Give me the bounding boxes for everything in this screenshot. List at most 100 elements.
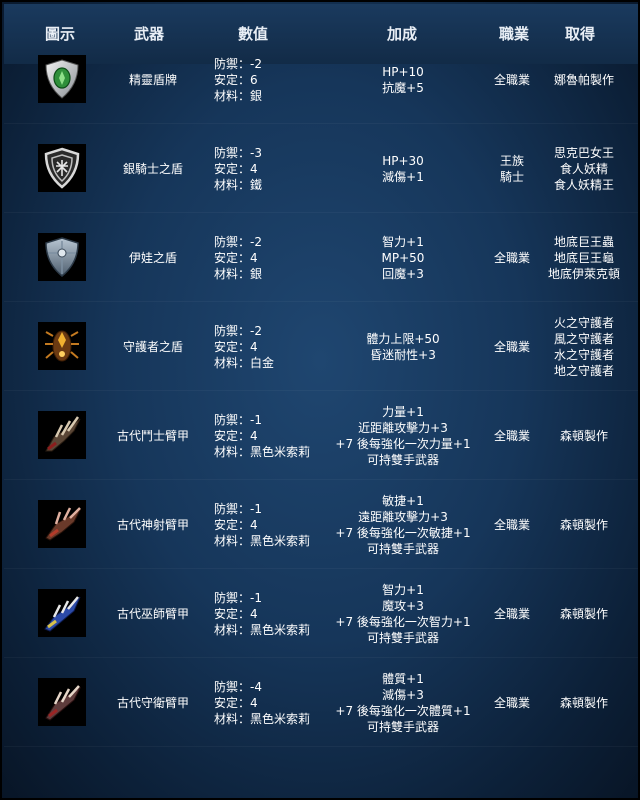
item-name-text: 古代守衛臂甲 bbox=[116, 695, 189, 710]
item-name: 伊娃之盾 bbox=[94, 213, 212, 302]
item-stats-line: 防禦：-4 bbox=[214, 679, 262, 694]
item-stats: 防禦：-2 安定：6 材料：銀 bbox=[214, 35, 329, 124]
item-name-text: 古代鬥士臂甲 bbox=[116, 428, 189, 443]
table-row: 古代守衛臂甲 防禦：-4 安定：4 材料：黑色米索莉 體質+1 減傷+3 +7 後每強化一次… bbox=[4, 658, 638, 747]
table-row: 守護者之盾 防禦：-2 安定：4 材料：白金 體力上限+50 昏迷耐性+3 全職業 火之守護者… bbox=[4, 302, 638, 391]
item-class-line: 全職業 bbox=[493, 695, 530, 710]
item-name: 精靈盾牌 bbox=[94, 35, 212, 124]
item-stats-line: 安定：4 bbox=[214, 428, 258, 443]
item-name: 古代守衛臂甲 bbox=[94, 658, 212, 747]
table-row: 銀騎士之盾 防禦：-3 安定：4 材料：鐵 HP+30 減傷+1 王族 騎士 思克巴女王 食人妖精… bbox=[4, 124, 638, 213]
item-stats-line: 材料：黑色米索莉 bbox=[214, 711, 311, 726]
table-row: 古代神射臂甲 防禦：-1 安定：4 材料：黑色米索莉 敏捷+1 遠距離攻擊力+3 +7 後每… bbox=[4, 480, 638, 569]
item-bonus-line: 智力+1 bbox=[382, 234, 424, 249]
item-stats-line: 防禦：-2 bbox=[214, 323, 262, 338]
guardian-shield-icon bbox=[38, 322, 86, 370]
item-obtain-line: 食人妖精 bbox=[559, 161, 608, 176]
item-bonus-line: HP+30 bbox=[382, 153, 424, 168]
item-bonus-line: +7 後每強化一次智力+1 bbox=[335, 614, 471, 629]
item-bonus: 力量+1 近距離攻擊力+3 +7 後每強化一次力量+1 可持雙手武器 bbox=[322, 391, 484, 480]
item-bonus-line: 減傷+1 bbox=[382, 169, 424, 184]
item-obtain-line: 森頓製作 bbox=[559, 428, 608, 443]
archer-bracer-icon bbox=[38, 500, 86, 548]
table-row: 古代鬥士臂甲 防禦：-1 安定：4 材料：黑色米索莉 力量+1 近距離攻擊力+3 +7 後每… bbox=[4, 391, 638, 480]
item-class-line: 王族 bbox=[499, 153, 524, 168]
item-stats-line: 材料：黑色米索莉 bbox=[214, 622, 311, 637]
item-name: 古代鬥士臂甲 bbox=[94, 391, 212, 480]
item-name-text: 古代神射臂甲 bbox=[116, 517, 189, 532]
item-obtain-line: 地底伊萊克頓 bbox=[547, 266, 620, 281]
item-class-line: 騎士 bbox=[499, 169, 524, 184]
item-stats-line: 材料：黑色米索莉 bbox=[214, 533, 311, 548]
item-obtain-line: 娜魯帕製作 bbox=[553, 72, 614, 87]
item-class-line: 全職業 bbox=[493, 250, 530, 265]
item-bonus: HP+10 抗魔+5 bbox=[322, 35, 484, 124]
item-obtain: 火之守護者 風之守護者 水之守護者 地之守護者 bbox=[534, 302, 634, 391]
item-obtain: 森頓製作 bbox=[534, 658, 634, 747]
item-class-line: 全職業 bbox=[493, 606, 530, 621]
item-obtain-line: 地之守護者 bbox=[553, 363, 614, 378]
table-row: 精靈盾牌 防禦：-2 安定：6 材料：銀 HP+10 抗魔+5 全職業 娜魯帕製作 bbox=[4, 35, 638, 124]
item-name-text: 精靈盾牌 bbox=[128, 72, 177, 87]
item-stats-line: 材料：銀 bbox=[214, 88, 263, 103]
item-name: 古代神射臂甲 bbox=[94, 480, 212, 569]
table-row: 伊娃之盾 防禦：-2 安定：4 材料：銀 智力+1 MP+50 回魔+3 全職業 地底巨王蟲 地底… bbox=[4, 213, 638, 302]
item-bonus: 敏捷+1 遠距離攻擊力+3 +7 後每強化一次敏捷+1 可持雙手武器 bbox=[322, 480, 484, 569]
item-stats-line: 防禦：-3 bbox=[214, 145, 262, 160]
item-obtain: 娜魯帕製作 bbox=[534, 35, 634, 124]
item-obtain-line: 地底巨王龜 bbox=[553, 250, 614, 265]
item-bonus-line: 昏迷耐性+3 bbox=[370, 347, 436, 362]
item-stats-line: 防禦：-2 bbox=[214, 56, 262, 71]
item-stats-line: 材料：鐵 bbox=[214, 177, 263, 192]
guardian-bracer-icon bbox=[38, 678, 86, 726]
item-class: 全職業 bbox=[482, 569, 542, 658]
silver-knight-shield-icon bbox=[38, 144, 86, 192]
item-stats-line: 材料：銀 bbox=[214, 266, 263, 281]
item-bonus-line: 可持雙手武器 bbox=[366, 541, 439, 556]
steel-shield-icon bbox=[38, 233, 86, 281]
item-stats: 防禦：-3 安定：4 材料：鐵 bbox=[214, 124, 329, 213]
item-bonus-line: +7 後每強化一次力量+1 bbox=[335, 436, 471, 451]
item-obtain: 森頓製作 bbox=[534, 480, 634, 569]
item-bonus: HP+30 減傷+1 bbox=[322, 124, 484, 213]
item-stats-line: 防禦：-1 bbox=[214, 412, 262, 427]
item-class-line: 全職業 bbox=[493, 428, 530, 443]
item-stats-line: 材料：白金 bbox=[214, 355, 275, 370]
item-bonus-line: +7 後每強化一次敏捷+1 bbox=[335, 525, 471, 540]
item-name: 銀騎士之盾 bbox=[94, 124, 212, 213]
item-stats: 防禦：-2 安定：4 材料：白金 bbox=[214, 302, 329, 391]
item-obtain-line: 水之守護者 bbox=[553, 347, 614, 362]
item-class: 全職業 bbox=[482, 213, 542, 302]
item-bonus-line: 體力上限+50 bbox=[366, 331, 440, 346]
item-obtain-line: 風之守護者 bbox=[553, 331, 614, 346]
item-bonus: 智力+1 MP+50 回魔+3 bbox=[322, 213, 484, 302]
table-row: 古代巫師臂甲 防禦：-1 安定：4 材料：黑色米索莉 智力+1 魔攻+3 +7 後每強化一次… bbox=[4, 569, 638, 658]
item-class-line: 全職業 bbox=[493, 339, 530, 354]
item-bonus-line: 可持雙手武器 bbox=[366, 452, 439, 467]
item-name-text: 銀騎士之盾 bbox=[122, 161, 183, 176]
item-class: 全職業 bbox=[482, 391, 542, 480]
item-stats-line: 安定：4 bbox=[214, 517, 258, 532]
item-stats-line: 安定：4 bbox=[214, 695, 258, 710]
item-stats-line: 防禦：-2 bbox=[214, 234, 262, 249]
item-obtain-line: 火之守護者 bbox=[553, 315, 614, 330]
item-stats-line: 安定：4 bbox=[214, 606, 258, 621]
item-bonus-line: HP+10 bbox=[382, 64, 424, 79]
item-bonus-line: 可持雙手武器 bbox=[366, 630, 439, 645]
item-name-text: 伊娃之盾 bbox=[128, 250, 177, 265]
item-stats-line: 材料：黑色米索莉 bbox=[214, 444, 311, 459]
wizard-bracer-icon bbox=[38, 589, 86, 637]
item-name-text: 守護者之盾 bbox=[122, 339, 183, 354]
item-obtain-line: 思克巴女王 bbox=[553, 145, 614, 160]
item-class-line: 全職業 bbox=[493, 517, 530, 532]
item-bonus-line: 減傷+3 bbox=[382, 687, 424, 702]
item-class: 全職業 bbox=[482, 480, 542, 569]
item-bonus-line: 近距離攻擊力+3 bbox=[358, 420, 448, 435]
item-stats-line: 安定：6 bbox=[214, 72, 258, 87]
item-bonus-line: 智力+1 bbox=[382, 582, 424, 597]
gladiator-bracer-icon bbox=[38, 411, 86, 459]
item-class-line: 全職業 bbox=[493, 72, 530, 87]
item-stats-line: 防禦：-1 bbox=[214, 501, 262, 516]
item-obtain: 森頓製作 bbox=[534, 569, 634, 658]
item-obtain-line: 食人妖精王 bbox=[553, 177, 614, 192]
